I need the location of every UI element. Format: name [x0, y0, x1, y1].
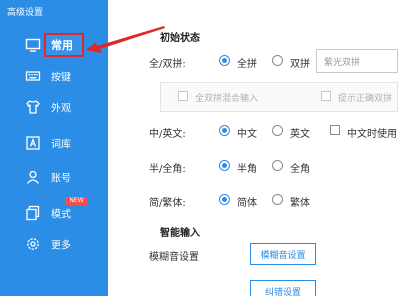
- radio-full-pinyin-label: 全拼: [237, 59, 257, 70]
- radio-english[interactable]: [272, 125, 283, 136]
- radio-double-pinyin-label: 双拼: [290, 59, 310, 70]
- sidebar-item-label: 模式: [51, 209, 71, 221]
- radio-chinese-label: 中文: [237, 129, 257, 140]
- double-pinyin-scheme-select[interactable]: 紫光双拼: [316, 49, 398, 73]
- fuzzy-sound-settings-button[interactable]: 模糊音设置: [250, 243, 316, 265]
- radio-english-label: 英文: [290, 129, 310, 140]
- user-icon: [25, 169, 41, 185]
- sidebar-item-label: 词库: [51, 139, 71, 151]
- hint-correct-checkbox[interactable]: [321, 91, 331, 101]
- copy-icon: [25, 205, 41, 221]
- sidebar-item-more[interactable]: 更多: [0, 229, 108, 259]
- radio-full-width-label: 全角: [290, 164, 310, 175]
- sidebar-item-dictionary[interactable]: 词库: [0, 128, 108, 158]
- correction-settings-button[interactable]: 纠错设置: [250, 280, 316, 296]
- sidebar-item-account[interactable]: 账号: [0, 162, 108, 192]
- half-full-label: 半/全角:: [149, 164, 186, 175]
- section-title-initial-state: 初始状态: [160, 33, 200, 44]
- hint-correct-label: 提示正确双拼: [338, 94, 393, 104]
- radio-full-pinyin[interactable]: [219, 55, 230, 66]
- annotation-arrow: [86, 26, 165, 53]
- tshirt-icon: [25, 99, 41, 115]
- section-title-smart-input: 智能输入: [160, 228, 200, 239]
- radio-chinese[interactable]: [219, 125, 230, 136]
- radio-traditional-label: 繁体: [290, 198, 310, 209]
- radio-double-pinyin[interactable]: [272, 55, 283, 66]
- sidebar-item-keys[interactable]: 按键: [0, 61, 108, 91]
- radio-traditional[interactable]: [272, 194, 283, 205]
- sidebar-item-mode[interactable]: 模式: [0, 198, 108, 228]
- radio-simplified[interactable]: [219, 194, 230, 205]
- mixed-input-checkbox[interactable]: [178, 91, 188, 101]
- chinese-use-label: 中文时使用: [347, 129, 397, 140]
- sidebar-item-label: 外观: [51, 103, 71, 115]
- sidebar-item-label: 更多: [51, 240, 71, 252]
- highlight-box: [44, 33, 84, 57]
- radio-half-width[interactable]: [219, 160, 230, 171]
- window-title: 高级设置: [7, 8, 44, 18]
- radio-half-width-label: 半角: [237, 164, 257, 175]
- monitor-icon: [25, 37, 41, 53]
- keyboard-icon: [25, 68, 41, 84]
- simp-trad-label: 简/繁体:: [149, 198, 186, 209]
- mixed-input-label: 全双拼混合输入: [195, 94, 259, 104]
- sidebar-item-label: 账号: [51, 173, 71, 185]
- sidebar-item-label: 按键: [51, 72, 71, 84]
- full-double-label: 全/双拼:: [149, 59, 186, 70]
- zh-en-label: 中/英文:: [149, 129, 186, 140]
- double-pinyin-scheme-value: 紫光双拼: [324, 58, 361, 68]
- radio-full-width[interactable]: [272, 160, 283, 171]
- new-badge: NEW: [66, 197, 87, 205]
- fuzzy-sound-label: 模糊音设置: [149, 252, 199, 263]
- sidebar-item-appearance[interactable]: 外观: [0, 92, 108, 122]
- radio-simplified-label: 简体: [237, 198, 257, 209]
- chinese-use-checkbox[interactable]: [330, 125, 340, 135]
- gear-icon: [25, 236, 41, 252]
- dictionary-icon: [25, 135, 41, 151]
